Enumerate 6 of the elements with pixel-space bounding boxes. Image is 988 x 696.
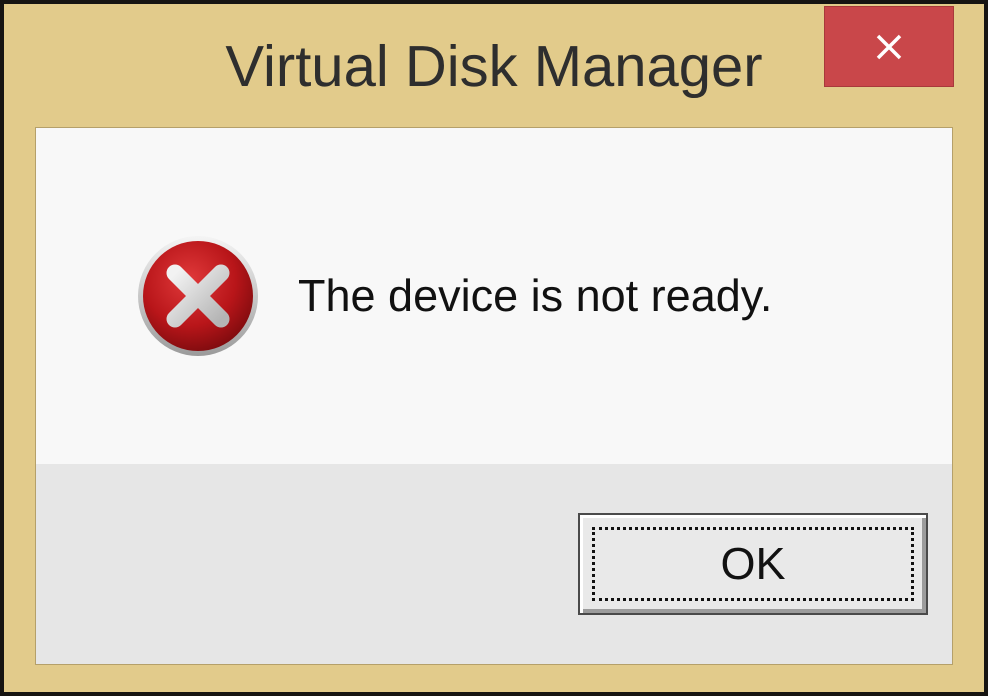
error-message: The device is not ready. <box>298 269 772 324</box>
ok-button[interactable]: OK <box>578 513 928 615</box>
close-icon <box>876 34 902 60</box>
close-button[interactable] <box>824 6 954 87</box>
error-icon <box>137 235 259 357</box>
window-title: Virtual Disk Manager <box>225 33 763 101</box>
